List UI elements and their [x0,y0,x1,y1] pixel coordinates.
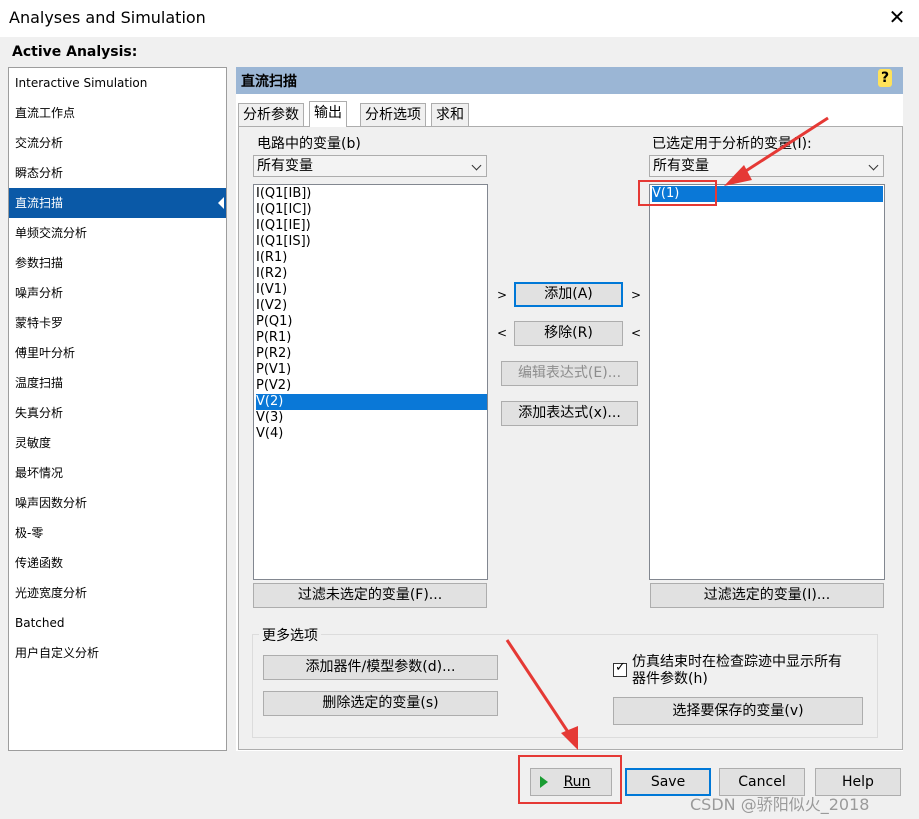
list-item[interactable]: I(Q1[IS]) [256,234,311,250]
window-title: Analyses and Simulation [9,8,206,27]
list-item[interactable]: V(2) [256,394,487,410]
choose-saved-variables-button[interactable]: 选择要保存的变量(v) [613,697,863,725]
remove-button[interactable]: 移除(R) [514,321,623,346]
selected-variables-label: 已选定用于分析的变量(I): [652,136,812,152]
filter-selected-button[interactable]: 过滤选定的变量(I)... [650,583,884,608]
list-item[interactable]: P(R1) [256,330,291,346]
list-item[interactable]: I(Q1[IC]) [256,202,312,218]
list-item[interactable]: P(Q1) [256,314,293,330]
list-item[interactable]: I(R2) [256,266,287,282]
sidebar-item[interactable]: 参数扫描 [9,248,226,278]
sidebar-item[interactable]: 交流分析 [9,128,226,158]
more-options-title: 更多选项 [259,625,321,645]
close-icon[interactable]: ✕ [884,4,910,30]
sidebar-item[interactable]: 直流工作点 [9,98,226,128]
circuit-variables-filter[interactable]: 所有变量 [253,155,487,177]
list-item[interactable]: I(R1) [256,250,287,266]
list-item[interactable]: V(4) [256,426,283,442]
analysis-list[interactable]: Interactive Simulation 直流工作点 交流分析 瞬态分析 直流扫描单… [8,67,227,751]
selected-variables-list[interactable]: V(1) [649,184,885,580]
sidebar-item[interactable]: 最坏情况 [9,458,226,488]
show-all-params-label: 仿真结束时在检查踪迹中显示所有 器件参数(h) [632,654,842,688]
sidebar-item[interactable]: 蒙特卡罗 [9,308,226,338]
arrow-left-left: < [497,326,508,340]
active-analysis-label: Active Analysis: [12,44,138,60]
sidebar-item[interactable]: 直流扫描 [9,188,226,218]
arrow-left-right: < [631,326,642,340]
sidebar-item[interactable]: Batched [9,608,226,638]
filter-value: 所有变量 [257,158,313,174]
checkmark-icon: ✓ [615,660,626,675]
sidebar-item[interactable]: 用户自定义分析 [9,638,226,668]
sidebar-item[interactable]: Interactive Simulation [9,68,226,98]
selection-caret-icon [218,197,224,209]
panel-title: 直流扫描 [241,74,297,90]
tab-output[interactable]: 输出 [309,101,347,127]
filter-value: 所有变量 [653,158,709,174]
help-icon[interactable]: ? [878,69,892,87]
label-line-2: 器件参数(h) [632,671,708,687]
sidebar-item[interactable]: 传递函数 [9,548,226,578]
sidebar-item[interactable]: 傅里叶分析 [9,338,226,368]
watermark: CSDN @骄阳似火_2018 [690,795,870,814]
circuit-variables-label: 电路中的变量(b) [257,136,361,152]
list-item[interactable]: P(R2) [256,346,291,362]
sidebar-item[interactable]: 失真分析 [9,398,226,428]
add-device-param-button[interactable]: 添加器件/模型参数(d)... [263,655,498,680]
filter-unselected-button[interactable]: 过滤未选定的变量(F)... [253,583,487,608]
tab-analysis-params[interactable]: 分析参数 [238,103,304,126]
selected-variables-filter[interactable]: 所有变量 [649,155,884,177]
list-item[interactable]: I(Q1[IE]) [256,218,311,234]
list-item[interactable]: I(Q1[IB]) [256,186,311,202]
sidebar-item[interactable]: 噪声分析 [9,278,226,308]
sidebar-item[interactable]: 单频交流分析 [9,218,226,248]
annotation-box-selected-var [638,180,717,206]
sidebar-item[interactable]: 光迹宽度分析 [9,578,226,608]
sidebar-item[interactable]: 极-零 [9,518,226,548]
chevron-down-icon [471,160,482,171]
sidebar-item[interactable]: 灵敏度 [9,428,226,458]
list-item[interactable]: P(V1) [256,362,291,378]
list-item[interactable]: I(V2) [256,298,287,314]
annotation-box-run [518,755,622,804]
sidebar-item[interactable]: 温度扫描 [9,368,226,398]
panel-header [236,67,903,94]
sidebar-item[interactable]: 噪声因数分析 [9,488,226,518]
chevron-down-icon [868,160,879,171]
add-expression-button[interactable]: 添加表达式(x)... [501,401,638,426]
circuit-variables-list[interactable]: I(Q1[IB]) I(Q1[IC]) I(Q1[IE]) I(Q1[IS]) I(R1… [253,184,488,580]
list-item[interactable]: P(V2) [256,378,291,394]
list-item[interactable]: I(V1) [256,282,287,298]
add-button[interactable]: 添加(A) [514,282,623,307]
list-item[interactable]: V(3) [256,410,283,426]
edit-expression-button[interactable]: 编辑表达式(E)... [501,361,638,386]
tab-analysis-options[interactable]: 分析选项 [360,103,426,126]
arrow-right-right: > [631,288,642,302]
tab-summary[interactable]: 求和 [431,103,469,126]
arrow-right-left: > [497,288,508,302]
label-line-1: 仿真结束时在检查踪迹中显示所有 [632,654,842,670]
delete-selected-variables-button[interactable]: 删除选定的变量(s) [263,691,498,716]
sidebar-item[interactable]: 瞬态分析 [9,158,226,188]
